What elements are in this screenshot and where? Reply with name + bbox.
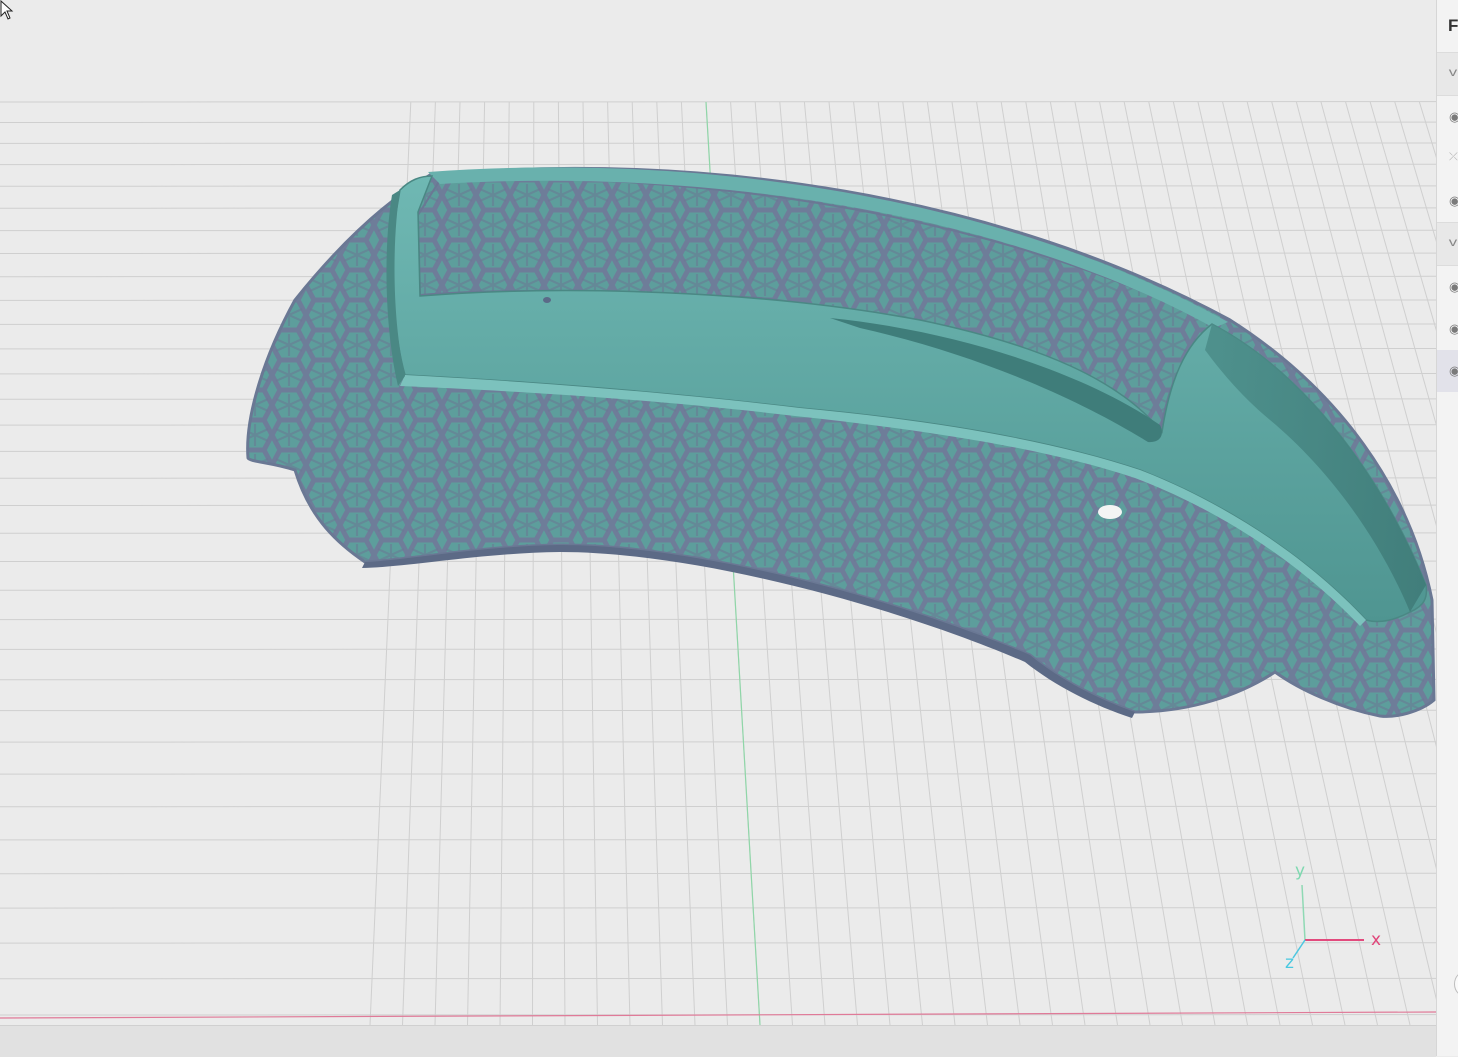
status-bar [0, 1025, 1436, 1057]
object-panel: F v ◉ ⤫ ◉ v ◉ ◉ ◉ [1436, 0, 1458, 1056]
eye-off-icon[interactable]: ⤫ [1449, 151, 1458, 164]
chevron-down-icon[interactable]: v [1449, 235, 1457, 249]
z-axis-label: z [1285, 953, 1294, 973]
panel-section-header-1[interactable]: v [1437, 52, 1458, 96]
3d-viewport[interactable]: y x z [0, 0, 1436, 1025]
eye-icon[interactable]: ◉ [1449, 321, 1458, 337]
panel-section-header-2[interactable]: v [1437, 222, 1458, 266]
eye-icon[interactable]: ◉ [1449, 193, 1458, 209]
panel-row-6[interactable]: ◉ [1437, 350, 1458, 392]
chevron-down-icon[interactable]: v [1449, 65, 1457, 79]
x-axis-label: x [1371, 930, 1381, 950]
3d-model[interactable] [248, 167, 1434, 718]
panel-title: F [1448, 16, 1458, 36]
panel-row-5[interactable]: ◉ [1437, 308, 1458, 350]
panel-row-4[interactable]: ◉ [1437, 266, 1458, 308]
panel-row-2[interactable]: ⤫ [1437, 138, 1458, 180]
scene [0, 0, 1436, 1025]
panel-row-3[interactable]: ◉ [1437, 180, 1458, 222]
mouse-cursor-icon [0, 0, 14, 20]
panel-footer-button[interactable] [1454, 970, 1458, 998]
eye-icon[interactable]: ◉ [1449, 279, 1458, 295]
panel-row-1[interactable]: ◉ [1437, 96, 1458, 138]
y-axis-line [1302, 885, 1305, 940]
eye-icon[interactable]: ◉ [1449, 109, 1458, 125]
eye-icon[interactable]: ◉ [1449, 363, 1458, 379]
y-axis-label: y [1295, 861, 1305, 881]
